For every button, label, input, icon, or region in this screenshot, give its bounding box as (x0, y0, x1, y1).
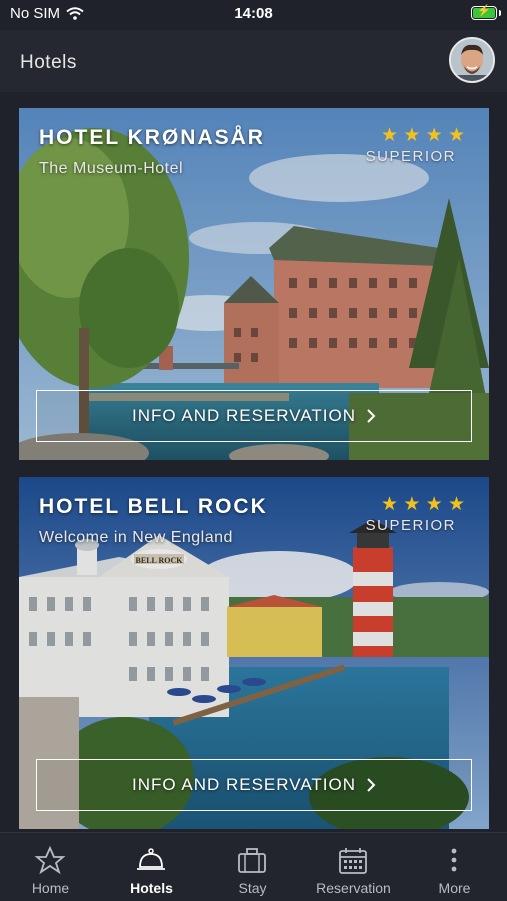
tab-reservation-label: Reservation (316, 880, 391, 896)
info-reservation-button[interactable]: INFO AND RESERVATION (36, 759, 472, 811)
suitcase-icon (238, 848, 266, 873)
nav-bar: Hotels (0, 30, 507, 92)
hotel-card-bell-rock[interactable]: BELL ROCK HOTEL BELL ROCK Welcome in New… (19, 477, 489, 829)
clock: 14:08 (234, 5, 273, 22)
status-bar: No SIM 14:08 ⚡ (0, 0, 507, 30)
tab-reservation[interactable]: Reservation (303, 833, 404, 901)
tab-bar: Home Hotels Stay Reservation More (0, 832, 507, 901)
chevron-right-icon (367, 409, 376, 423)
hotel-card-kronasar[interactable]: HOTEL KRØNASÅR The Museum-Hotel ★ ★ ★ ★ … (19, 108, 489, 460)
tab-home[interactable]: Home (0, 833, 101, 901)
bell-icon (137, 848, 165, 870)
tab-stay[interactable]: Stay (202, 833, 303, 901)
info-reservation-button[interactable]: INFO AND RESERVATION (36, 390, 472, 442)
tab-home-label: Home (31, 880, 70, 896)
chevron-right-icon (367, 778, 376, 792)
more-icon (451, 848, 457, 872)
avatar-image (451, 39, 493, 81)
page-title: Hotels (20, 52, 77, 73)
battery-icon: ⚡ (471, 5, 497, 20)
tab-hotels-label: Hotels (130, 880, 173, 896)
star-rating: ★ ★ ★ ★ (381, 494, 465, 515)
tab-hotels[interactable]: Hotels (101, 833, 202, 901)
hotel-tagline: Welcome in New England (39, 529, 233, 546)
hotel-tagline: The Museum-Hotel (39, 160, 184, 177)
star-icon (34, 845, 66, 875)
tab-more[interactable]: More (404, 833, 505, 901)
calendar-icon (339, 848, 367, 874)
hotel-category: SUPERIOR (365, 148, 456, 165)
tab-stay-label: Stay (238, 880, 267, 896)
star-rating: ★ ★ ★ ★ (381, 125, 465, 146)
avatar[interactable] (449, 37, 495, 83)
hotel-name: HOTEL KRØNASÅR (39, 126, 265, 149)
info-reservation-label: INFO AND RESERVATION (131, 775, 357, 794)
hotel-category: SUPERIOR (365, 517, 456, 534)
tab-more-label: More (438, 880, 471, 896)
hotel-name: HOTEL BELL ROCK (39, 495, 268, 518)
info-reservation-label: INFO AND RESERVATION (131, 406, 357, 425)
